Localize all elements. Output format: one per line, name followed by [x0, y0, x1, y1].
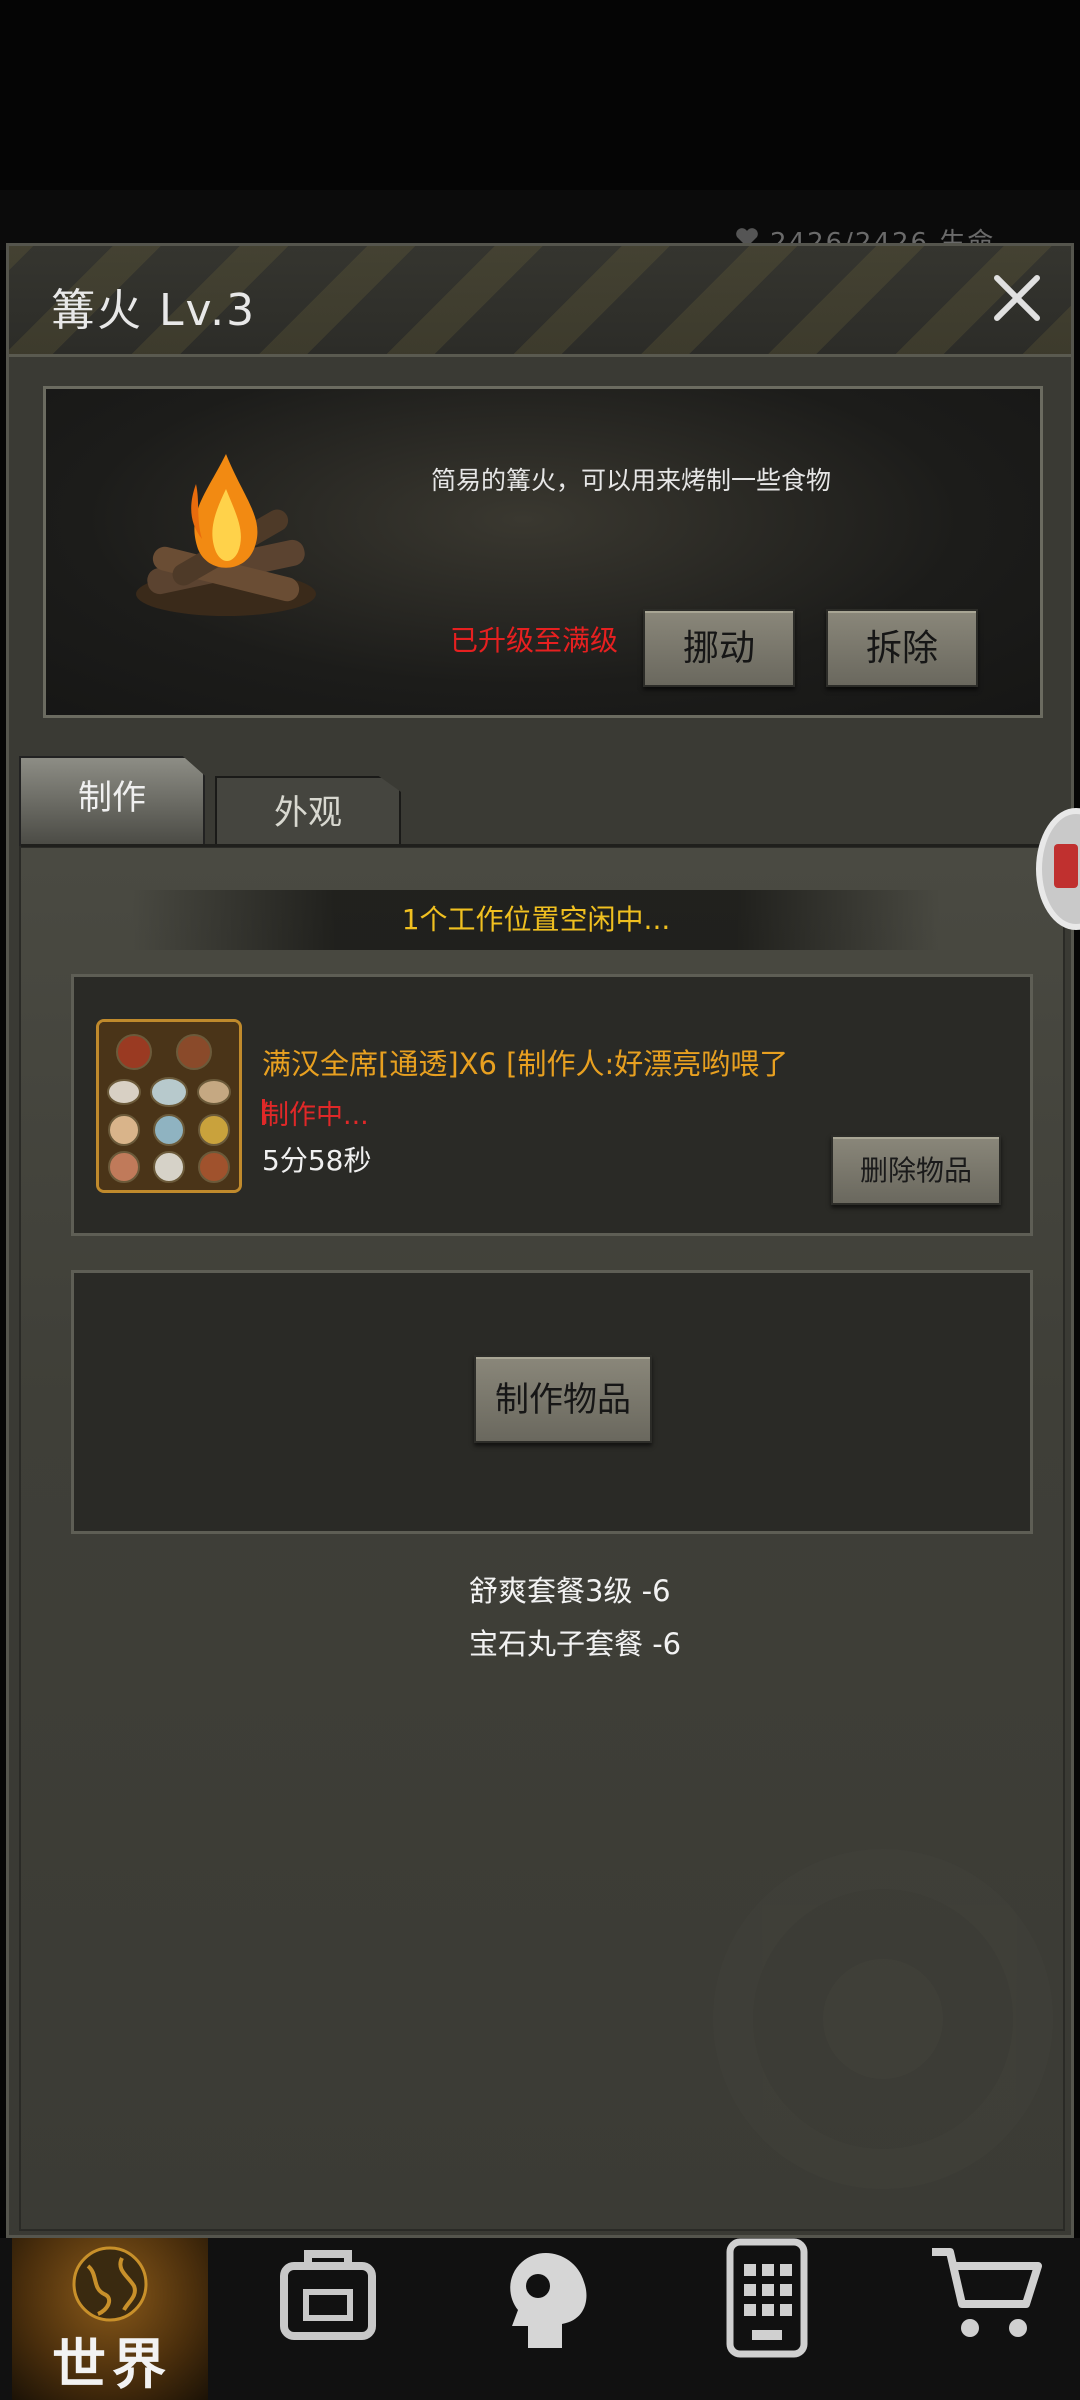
nav-phone[interactable]: [714, 2238, 824, 2400]
tab-craft[interactable]: 制作: [19, 756, 205, 846]
slot-status: 1个工作位置空闲中...: [131, 890, 941, 950]
craft-content: 1个工作位置空闲中... 满汉全席[通透]X6 [制作人:好漂亮哟喂了 制作中.…: [19, 844, 1065, 2231]
campfire-dialog: 篝火 Lv.3 简易的篝火，可以用来烤制一些食物 已升级至满级 挪动 拆除 制作…: [6, 243, 1074, 2238]
nav-shop[interactable]: [920, 2238, 1060, 2400]
requirement-item: 舒爽套餐3级 -6: [469, 1574, 671, 1608]
move-button[interactable]: 挪动: [643, 609, 795, 687]
radiation-watermark-icon: [713, 1849, 1053, 2189]
phone-icon: [726, 2238, 808, 2358]
building-info-panel: 简易的篝火，可以用来烤制一些食物 已升级至满级 挪动 拆除: [43, 386, 1043, 718]
nav-world-label: 世界: [52, 2333, 172, 2396]
crafting-item-name: 满汉全席[通透]X6 [制作人:好漂亮哟喂了: [262, 1047, 789, 1081]
crafting-status: 制作中...: [262, 1093, 369, 1132]
backpack-icon: [280, 2250, 376, 2340]
delete-item-button[interactable]: 删除物品: [831, 1135, 1001, 1205]
requirement-item: 宝石丸子套餐 -6: [469, 1627, 682, 1661]
empty-work-slot-card: 制作物品: [71, 1270, 1033, 1534]
shopping-cart-icon: [932, 2248, 1042, 2337]
max-level-text: 已升级至满级: [450, 624, 619, 657]
work-slot-card: 满汉全席[通透]X6 [制作人:好漂亮哟喂了 制作中... 5分58秒 删除物品: [71, 974, 1033, 1236]
dialog-header: 篝火 Lv.3: [9, 246, 1071, 357]
banquet-dishes-icon: [96, 1019, 242, 1193]
dialog-title: 篝火 Lv.3: [51, 285, 257, 336]
crafting-timer: 5分58秒: [262, 1144, 372, 1177]
tab-appearance[interactable]: 外观: [215, 776, 401, 848]
nav-skills[interactable]: [480, 2238, 620, 2400]
bottom-nav: 世界: [0, 2238, 1080, 2400]
nav-world[interactable]: 世界: [12, 2238, 208, 2400]
globe-icon: [72, 2246, 148, 2322]
nav-backpack[interactable]: [258, 2238, 398, 2400]
demolish-button[interactable]: 拆除: [826, 609, 978, 687]
building-description: 简易的篝火，可以用来烤制一些食物: [430, 466, 831, 495]
craft-item-button[interactable]: 制作物品: [474, 1355, 652, 1443]
head-skills-icon: [510, 2252, 587, 2348]
close-icon[interactable]: [987, 268, 1047, 328]
